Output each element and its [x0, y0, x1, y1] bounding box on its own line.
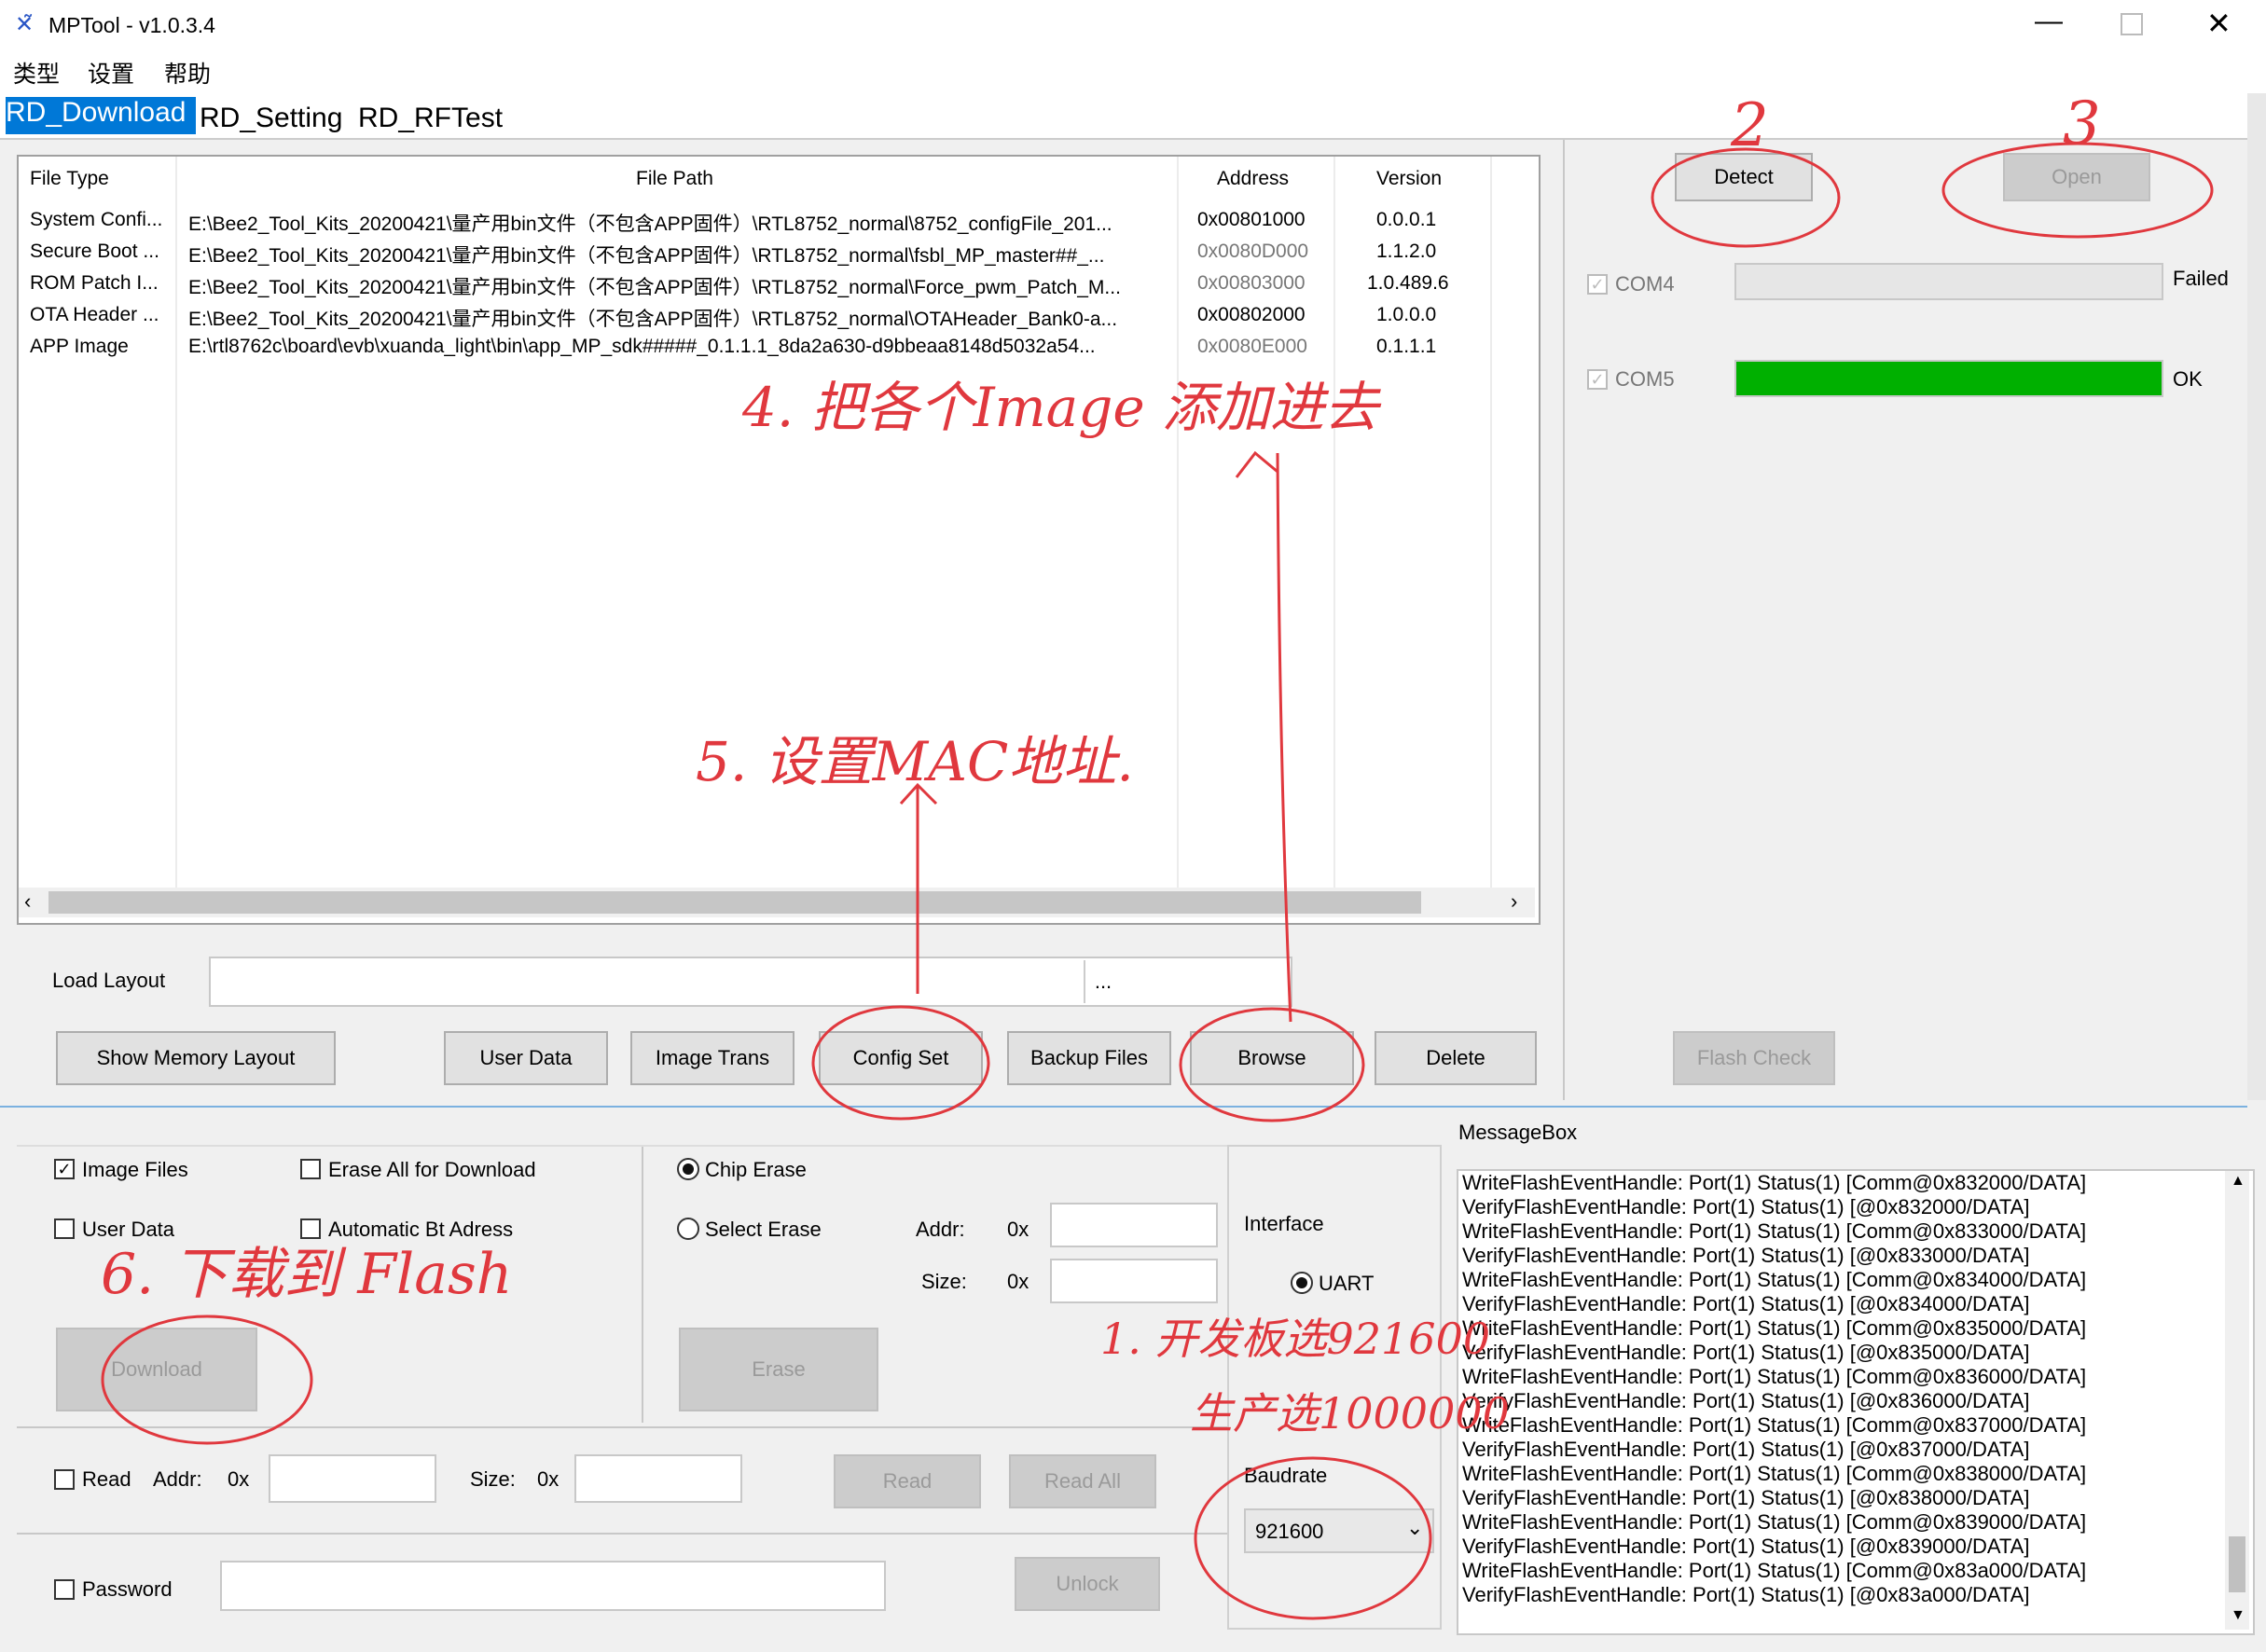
annotation-step-1: 1. 开发板选921600 [1100, 1314, 1491, 1364]
annotation-step-4: 4. 把各个Image 添加进去 [742, 376, 1379, 439]
arrow-browse [1235, 450, 1292, 1023]
circle-download [101, 1315, 313, 1445]
circle-config-set [811, 1005, 990, 1121]
annotation-step-1-line2: 生产选1000000 [1190, 1388, 1510, 1439]
annotation-step-6: 6. 下载到 Flash [101, 1242, 513, 1307]
circle-browse [1179, 1007, 1365, 1122]
annotation-step-2: 2 [1731, 91, 1769, 160]
annotation-step-5: 5. 设置MAC地址. [696, 730, 1134, 793]
circle-detect [1651, 147, 1841, 248]
annotation-step-3: 3 [2063, 89, 2101, 158]
arrow-config-set [899, 782, 938, 994]
annotation-overlay [101, 142, 2214, 1620]
circle-baudrate [1194, 1456, 1432, 1620]
